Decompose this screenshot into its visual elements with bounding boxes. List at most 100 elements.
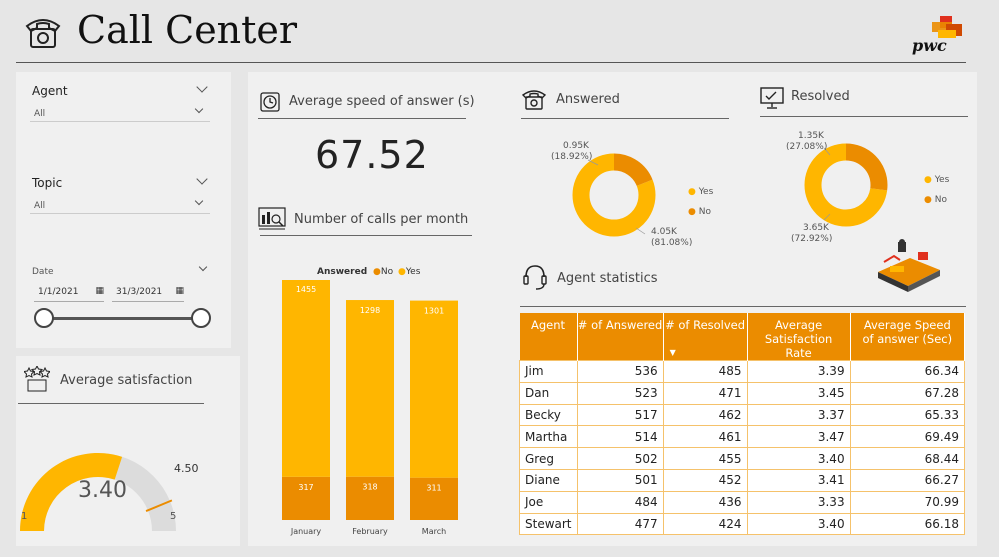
- cell-value: 436: [662, 490, 748, 514]
- avg-speed-title: Average speed of answer (s): [289, 94, 475, 109]
- cell-value: 66.27: [849, 468, 966, 492]
- header-divider: [16, 62, 966, 63]
- isometric-illustration: [878, 239, 940, 292]
- cell-value: 3.40: [746, 512, 851, 536]
- topic-filter-label: Topic: [32, 176, 63, 190]
- table-row[interactable]: Joe 484 436 3.33 70.99: [519, 490, 966, 514]
- cell-agent-name: Jim: [519, 360, 578, 383]
- column-header-agent[interactable]: Agent: [519, 313, 578, 361]
- resolved-yes-label: 3.65K: [803, 223, 829, 233]
- agent-filter-label: Agent: [32, 84, 68, 98]
- cell-value: 3.41: [746, 468, 851, 492]
- table-row[interactable]: Stewart 477 424 3.40 66.18: [519, 512, 966, 536]
- table-row[interactable]: Becky 517 462 3.37 65.33: [519, 403, 966, 427]
- bar-yes-january: [282, 280, 330, 477]
- table-row[interactable]: Diane 501 452 3.41 66.27: [519, 468, 966, 492]
- cell-value: 514: [576, 425, 664, 449]
- date-slider-end-handle[interactable]: [191, 308, 211, 328]
- cell-value: 3.45: [746, 381, 851, 405]
- cell-value: 523: [576, 381, 664, 405]
- cell-agent-name: Dan: [519, 381, 578, 405]
- cell-agent-name: Stewart: [519, 512, 578, 536]
- resolved-no-pct: (27.08%): [786, 142, 828, 152]
- legend-dot-no: ●: [688, 207, 696, 217]
- resolved-icon: [760, 87, 784, 109]
- cell-value: 452: [662, 468, 748, 492]
- headset-icon: [523, 265, 547, 290]
- gauge-min-label: 1: [21, 511, 28, 522]
- table-row[interactable]: Jim 536 485 3.39 66.34: [519, 360, 966, 383]
- date-slider-start-handle[interactable]: [34, 308, 54, 328]
- cell-value: 477: [576, 512, 664, 536]
- agent-dropdown[interactable]: All: [30, 104, 210, 122]
- clock-icon: [260, 92, 280, 112]
- data-label-yes: 1298: [360, 306, 380, 315]
- table-row[interactable]: Dan 523 471 3.45 67.28: [519, 381, 966, 405]
- bar-yes-march: [410, 300, 458, 478]
- cell-value: 536: [576, 360, 664, 383]
- agent-stats-title: Agent statistics: [557, 271, 658, 286]
- start-date-input[interactable]: 1/1/2021 ▦: [34, 284, 104, 302]
- chevron-down-icon[interactable]: [196, 81, 208, 93]
- cell-value: 485: [662, 360, 748, 383]
- data-label-no: 318: [362, 483, 377, 492]
- cell-value: 484: [576, 490, 664, 514]
- date-slider-track[interactable]: [44, 317, 202, 320]
- column-header-speed[interactable]: Average Speed of answer (Sec): [850, 313, 966, 361]
- cell-value: 65.33: [849, 403, 966, 427]
- pwc-logo: pwc: [910, 16, 965, 56]
- answered-no-label: 0.95K: [563, 141, 589, 151]
- phone-icon: [25, 19, 61, 48]
- answered-title: Answered: [556, 92, 620, 107]
- legend-dot-yes: ●: [924, 175, 932, 185]
- avg-satisfaction-panel: Average satisfaction 3.40 1 5 4.50: [16, 356, 240, 546]
- cell-value: 455: [662, 447, 748, 470]
- avg-satisfaction-value: 3.40: [78, 478, 127, 503]
- x-tick-label: March: [422, 527, 446, 536]
- sort-descending-icon: ▼: [669, 348, 676, 357]
- bar-yes-february: [346, 300, 394, 477]
- resolved-no-label: 1.35K: [798, 131, 824, 141]
- cell-value: 424: [662, 512, 748, 536]
- calls-per-month-title: Number of calls per month: [294, 212, 469, 227]
- calls-bar-chart: 1455 317 January 1298 318 February 1301 311 Marc…: [282, 280, 458, 536]
- cell-value: 461: [662, 425, 748, 449]
- gauge-max-label: 5: [170, 511, 177, 522]
- calendar-icon: ▦: [175, 286, 184, 296]
- column-header-resolved[interactable]: # of Resolved ▼: [663, 313, 748, 361]
- column-header-satisfaction[interactable]: Average Satisfaction Rate: [747, 313, 851, 361]
- chevron-down-icon: [194, 196, 204, 206]
- cell-value: 70.99: [849, 490, 966, 514]
- rating-icon: [24, 366, 50, 392]
- chevron-down-icon[interactable]: [196, 173, 208, 185]
- page-title: Call Center: [77, 8, 298, 52]
- chevron-down-icon[interactable]: [198, 262, 208, 272]
- resolved-title: Resolved: [791, 89, 850, 104]
- answered-legend: ● Yes ● No: [688, 187, 714, 217]
- legend-dot-yes: ●: [688, 187, 696, 197]
- chart-icon: [258, 207, 286, 230]
- cell-agent-name: Martha: [519, 425, 578, 449]
- avg-satisfaction-title: Average satisfaction: [60, 373, 193, 388]
- filters-panel: Agent All Topic All Date 1/1/2021 ▦ 31/3…: [16, 72, 231, 348]
- cell-value: 502: [576, 447, 664, 470]
- column-header-answered[interactable]: # of Answered: [577, 313, 664, 361]
- legend-dot-yes: ●: [398, 267, 406, 277]
- legend-dot-no: ●: [924, 195, 932, 205]
- data-label-yes: 1455: [296, 285, 316, 294]
- cell-agent-name: Joe: [519, 490, 578, 514]
- table-row[interactable]: Martha 514 461 3.47 69.49: [519, 425, 966, 449]
- table-row[interactable]: Greg 502 455 3.40 68.44: [519, 447, 966, 470]
- cell-value: 68.44: [849, 447, 966, 470]
- cell-value: 66.18: [849, 512, 966, 536]
- end-date-input[interactable]: 31/3/2021 ▦: [112, 284, 184, 302]
- topic-dropdown[interactable]: All: [30, 196, 210, 214]
- agent-stats-table: Agent # of Answered # of Resolved ▼ Aver…: [519, 313, 966, 536]
- answered-yes-pct: (81.08%): [651, 238, 693, 248]
- cell-agent-name: Diane: [519, 468, 578, 492]
- satisfaction-gauge: [20, 453, 176, 531]
- resolved-legend: ● Yes ● No: [924, 175, 950, 205]
- calls-legend: Answered ●No ●Yes: [317, 267, 421, 277]
- gauge-target-label: 4.50: [174, 462, 199, 475]
- data-label-yes: 1301: [424, 307, 444, 316]
